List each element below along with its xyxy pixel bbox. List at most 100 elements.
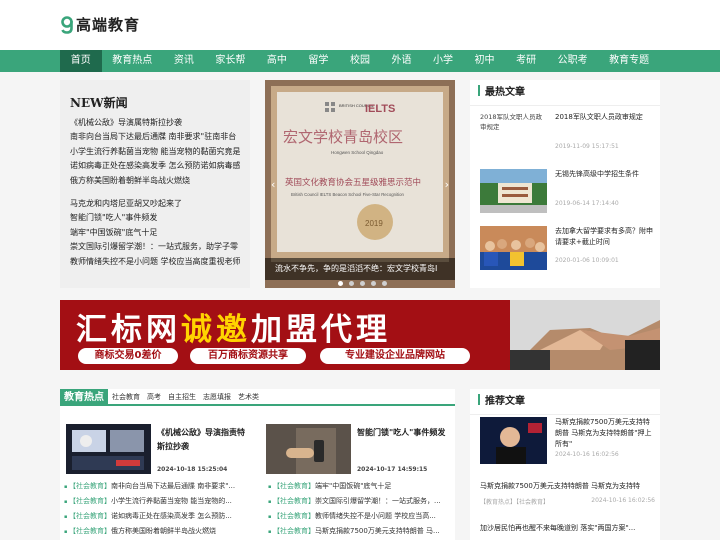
- broken-image-alt-text: 2018军队文职人员政审规定: [480, 113, 543, 131]
- logo-g-icon: [61, 15, 73, 34]
- nav-item[interactable]: 家长帮: [205, 50, 257, 72]
- list-item-text[interactable]: 小学生流行养黏菌当宠物 能当宠物的...: [111, 497, 232, 505]
- list-item[interactable]: 【社会教育】端牢"中国饭碗"底气十足: [268, 479, 448, 494]
- site-logo[interactable]: 高端教育: [60, 14, 140, 35]
- news-link[interactable]: 小学生流行养黏菌当宠物 能当宠物的黏菌究竟是: [70, 145, 240, 159]
- plaque-text: IELTS: [365, 103, 395, 115]
- hot-article-item[interactable]: 2018军队文职人员政审规定 2018军队文职人员政审规定 2019-11-09…: [470, 106, 660, 163]
- hot-article-title[interactable]: 无锡先锋高级中学招生条件: [555, 169, 653, 180]
- list-item-tag[interactable]: 【社会教育】: [69, 497, 111, 505]
- slider-dot[interactable]: [360, 281, 365, 286]
- banner-pill: 专业建设企业品牌网站: [320, 348, 470, 364]
- recommend-thumbnail[interactable]: [480, 417, 547, 464]
- list-item-text[interactable]: 诺如病毒正处在感染高发季 怎么预防...: [111, 512, 232, 520]
- list-item[interactable]: 【社会教育】诺如病毒正处在感染高发季 怎么预防...: [64, 509, 244, 524]
- slider-dot[interactable]: [338, 281, 343, 286]
- slider-dot[interactable]: [371, 281, 376, 286]
- list-item[interactable]: 【社会教育】崇文国际引爆留学潮！：一站式服务，...: [268, 494, 448, 509]
- list-item-tag[interactable]: 【社会教育】: [69, 527, 111, 535]
- hot-article-broken-image[interactable]: 2018军队文职人员政审规定: [480, 112, 547, 156]
- nav-item[interactable]: 外语: [381, 50, 423, 72]
- slider-dot[interactable]: [349, 281, 354, 286]
- news-link[interactable]: 诺如病毒正处在感染高发季 怎么预防诺如病毒感: [70, 159, 240, 173]
- news-link[interactable]: 南非向台当局下达最后通牒 南非要求"驻南非台: [70, 130, 240, 144]
- featured-article[interactable]: 智能门锁"吃人"事件频发 2024-10-17 14:59:15: [260, 424, 450, 479]
- featured-article-image[interactable]: [66, 424, 151, 474]
- news-link[interactable]: 智能门锁"吃人"事件频发: [70, 211, 240, 225]
- news-link[interactable]: 端牢"中国饭碗"底气十足: [70, 226, 240, 240]
- slider-caption[interactable]: 流水不争先，争的是滔滔不绝：宏文学校青岛I: [265, 258, 455, 280]
- plaque-text: 2019: [365, 219, 383, 228]
- banner-invite: 诚邀: [181, 312, 251, 348]
- recommend-item[interactable]: 马斯克捐款7500万美元支持特朗普 马斯克为支持特朗普"押上所有" 2024-1…: [480, 417, 655, 467]
- list-item[interactable]: 【社会教育】俄方称美国盼着朝鲜半岛战火燃烧: [64, 524, 244, 539]
- ad-banner[interactable]: 汇标网诚邀加盟代理 商标交易0差价 百万商标资源共享 专业建设企业品牌网站: [60, 300, 660, 370]
- image-slider[interactable]: BRITISH COUNCIL IELTS 宏文学校青岛校区 Hongwen S…: [265, 80, 455, 288]
- list-item-tag[interactable]: 【社会教育】: [273, 497, 315, 505]
- main-nav: 首页 教育热点 资讯 家长帮 高中 留学 校园 外语 小学 初中 考研 公职考 教育专题: [0, 50, 720, 72]
- slider-dot[interactable]: [382, 281, 387, 286]
- hot-article-thumbnail[interactable]: [480, 226, 547, 270]
- list-item-tag[interactable]: 【社会教育】: [273, 482, 315, 490]
- list-item-tag[interactable]: 【社会教育】: [69, 482, 111, 490]
- hot-article-item[interactable]: 去加拿大留学要求有多高？附申请要求+截止时间 2020-01-06 10:09:…: [470, 220, 660, 277]
- list-item-text[interactable]: 南非向台当局下达最后通牒 南非要求"...: [111, 482, 235, 490]
- section-link[interactable]: 高考: [147, 389, 161, 406]
- featured-article-image[interactable]: [266, 424, 351, 474]
- list-item-text[interactable]: 教师情绪失控不是小问题 学校应当高...: [315, 512, 436, 520]
- plaque-text: British Council IELTS Beacon School Five…: [291, 192, 404, 197]
- featured-article-title[interactable]: 智能门锁"吃人"事件频发: [357, 426, 447, 440]
- section-link[interactable]: 社会教育: [112, 389, 140, 406]
- hot-article-title[interactable]: 去加拿大留学要求有多高？附申请要求+截止时间: [555, 226, 653, 248]
- news-link[interactable]: 教师情绪失控不是小问题 学校应当高度重视老师: [70, 255, 240, 269]
- list-item-tag[interactable]: 【社会教育】: [273, 512, 315, 520]
- banner-join: 加盟代理: [251, 312, 391, 348]
- slider-next-icon[interactable]: ›: [445, 178, 449, 191]
- slider-prev-icon[interactable]: ‹: [271, 178, 275, 191]
- featured-article[interactable]: 《机械公敌》导演指责特斯拉抄袭 2024-10-18 15:25:04: [60, 424, 250, 479]
- banner-pill: 百万商标资源共享: [190, 348, 306, 364]
- news-link[interactable]: 俄方称美国盼着朝鲜半岛战火燃烧: [70, 174, 240, 188]
- recommend-link[interactable]: 加沙居民怕再也醒不来每晚道别 落实"两国方案"...: [480, 523, 655, 533]
- nav-item[interactable]: 小学: [422, 50, 464, 72]
- recommend-item-title[interactable]: 马斯克捐款7500万美元支持特朗普 马斯克为支持特朗普"押上所有": [555, 417, 655, 450]
- edu-hot-links: 社会教育 高考 自主招生 志愿填报 艺术类: [112, 389, 266, 406]
- hot-article-title[interactable]: 2018军队文职人员政审规定: [555, 112, 653, 123]
- news-link[interactable]: 崇文国际引爆留学潮！：一站式服务，助学子零: [70, 240, 240, 254]
- hot-article-item[interactable]: 无锡先锋高级中学招生条件 2019-06-14 17:14:40: [470, 163, 660, 220]
- section-link[interactable]: 自主招生: [168, 389, 196, 406]
- featured-article-title[interactable]: 《机械公敌》导演指责特斯拉抄袭: [157, 426, 247, 454]
- section-link[interactable]: 艺术类: [238, 389, 259, 406]
- list-item-tag[interactable]: 【社会教育】: [69, 512, 111, 520]
- nav-item[interactable]: 高中: [256, 50, 298, 72]
- list-item-tag[interactable]: 【社会教育】: [273, 527, 315, 535]
- nav-item[interactable]: 教育热点: [102, 50, 164, 72]
- list-item-text[interactable]: 端牢"中国饭碗"底气十足: [315, 482, 391, 490]
- nav-item[interactable]: 资讯: [163, 50, 205, 72]
- nav-item[interactable]: 考研: [505, 50, 547, 72]
- nav-item[interactable]: 校园: [339, 50, 381, 72]
- recommend-title: 推荐文章: [470, 389, 660, 415]
- list-item-text[interactable]: 俄方称美国盼着朝鲜半岛战火燃烧: [111, 527, 216, 535]
- nav-item[interactable]: 留学: [298, 50, 340, 72]
- nav-item[interactable]: 首页: [60, 50, 102, 72]
- list-item[interactable]: 【社会教育】南非向台当局下达最后通牒 南非要求"...: [64, 479, 244, 494]
- section-link[interactable]: 志愿填报: [203, 389, 231, 406]
- edu-hot-tab[interactable]: 教育热点: [60, 389, 108, 406]
- hot-article-thumbnail[interactable]: [480, 169, 547, 213]
- nav-item[interactable]: 教育专题: [598, 50, 660, 72]
- list-item[interactable]: 【社会教育】小学生流行养黏菌当宠物 能当宠物的...: [64, 494, 244, 509]
- list-item[interactable]: 【社会教育】马斯克捐款7500万美元支持特朗普 马...: [268, 524, 448, 539]
- nav-item[interactable]: 初中: [464, 50, 506, 72]
- list-item[interactable]: 【社会教育】教师情绪失控不是小问题 学校应当高...: [268, 509, 448, 524]
- nav-item[interactable]: 公职考: [547, 50, 599, 72]
- hot-articles-box: 最热文章 2018军队文职人员政审规定 2018军队文职人员政审规定 2019-…: [470, 80, 660, 288]
- hot-article-date: 2019-11-09 15:17:51: [555, 143, 619, 150]
- news-link[interactable]: 《机械公敌》导演属特斯拉抄袭: [70, 116, 240, 130]
- recommend-link[interactable]: 马斯克捐款7500万美元支持特朗普 马斯克为支持特: [480, 481, 655, 491]
- list-item-text[interactable]: 崇文国际引爆留学潮！：一站式服务，...: [315, 497, 441, 505]
- news-link[interactable]: 马克龙和内塔尼亚胡又吵起来了: [70, 197, 240, 211]
- featured-article-date: 2024-10-18 15:25:04: [157, 466, 228, 473]
- banner-pill: 商标交易0差价: [78, 348, 178, 364]
- list-item-text[interactable]: 马斯克捐款7500万美元支持特朗普 马...: [315, 527, 440, 535]
